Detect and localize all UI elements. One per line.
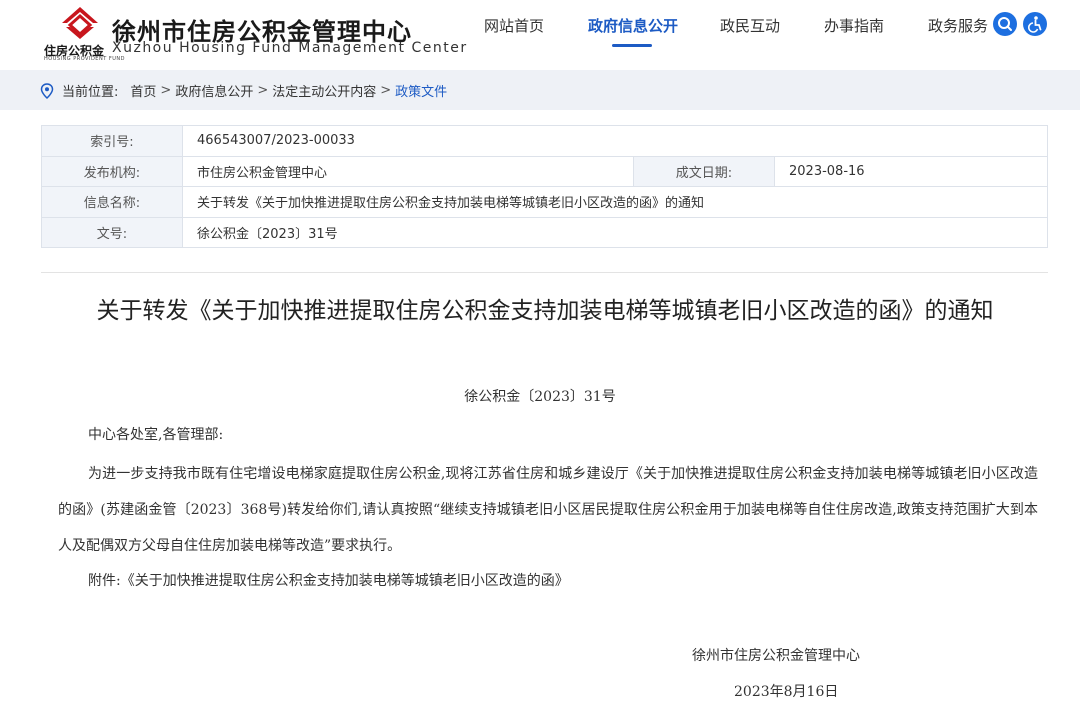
docno-label: 文号: [41, 216, 183, 248]
name-label: 信息名称: [41, 186, 183, 218]
docno-value: 徐公积金〔2023〕31号 [182, 216, 1048, 248]
accessibility-button[interactable] [1023, 12, 1047, 36]
article-salutation: 中心各处室,各管理部: [88, 427, 224, 443]
document-info-table: 索引号: 466543007/2023-00033 发布机构: 市住房公积金管理… [41, 125, 1048, 248]
table-row: 信息名称: 关于转发《关于加快推进提取住房公积金支持加装电梯等城镇老旧小区改造的… [41, 186, 1048, 218]
breadcrumb-prefix: 当前位置: [62, 85, 119, 100]
search-button[interactable] [993, 12, 1017, 36]
table-row: 文号: 徐公积金〔2023〕31号 [41, 216, 1048, 248]
name-value: 关于转发《关于加快推进提取住房公积金支持加装电梯等城镇老旧小区改造的函》的通知 [182, 186, 1048, 218]
article-sign-org: 徐州市住房公积金管理中心 [692, 648, 860, 664]
accessibility-icon [1027, 16, 1042, 33]
breadcrumb-statutory[interactable]: 法定主动公开内容 [272, 81, 376, 100]
site-name-en: Xuzhou Housing Fund Management Center [112, 40, 468, 56]
article-main-paragraph: 为进一步支持我市既有住宅增设电梯家庭提取住房公积金,现将江苏省住房和城乡建设厅《… [58, 466, 1038, 554]
index-value: 466543007/2023-00033 [182, 125, 1048, 157]
table-row: 索引号: 466543007/2023-00033 [41, 125, 1048, 157]
breadcrumb-bar: 当前位置: 首页 > 政府信息公开 > 法定主动公开内容 > 政策文件 [0, 70, 1080, 110]
breadcrumb-gov-info[interactable]: 政府信息公开 [175, 81, 253, 100]
breadcrumb-separator: > [257, 83, 269, 98]
nav-item-guide[interactable]: 办事指南 [824, 15, 884, 36]
divider [41, 272, 1048, 273]
article-attachment[interactable]: 附件:《关于加快推进提取住房公积金支持加装电梯等城镇老旧小区改造的函》 [88, 570, 1068, 590]
logo-house-icon [62, 7, 98, 39]
org-value: 市住房公积金管理中心 [182, 155, 634, 187]
nav-item-services[interactable]: 政务服务 [928, 15, 988, 36]
site-logo[interactable]: 徐州市住房公积金管理中心 住房公积金 HOUSING PROVIDENT FUN… [44, 6, 466, 64]
breadcrumb-home[interactable]: 首页 [130, 81, 156, 100]
breadcrumb-separator: > [380, 83, 392, 98]
site-name-small-en: HOUSING PROVIDENT FUND [44, 56, 125, 62]
index-label: 索引号: [41, 125, 183, 157]
nav-active-indicator [612, 44, 652, 47]
location-pin-icon [40, 82, 54, 99]
date-value: 2023-08-16 [774, 155, 1048, 187]
breadcrumb-policy-docs[interactable]: 政策文件 [395, 81, 447, 100]
article-title: 关于转发《关于加快推进提取住房公积金支持加装电梯等城镇老旧小区改造的函》的通知 [96, 298, 994, 324]
nav-item-interaction[interactable]: 政民互动 [720, 15, 780, 36]
nav-item-gov-info[interactable]: 政府信息公开 [588, 15, 678, 36]
breadcrumb: 当前位置: 首页 > 政府信息公开 > 法定主动公开内容 > 政策文件 [40, 81, 447, 100]
article-doc-number: 徐公积金〔2023〕31号 [464, 389, 616, 405]
article-sign-date: 2023年8月16日 [734, 684, 839, 700]
org-label: 发布机构: [41, 155, 183, 187]
table-row: 发布机构: 市住房公积金管理中心 成文日期: 2023-08-16 [41, 155, 1048, 187]
search-icon [998, 17, 1012, 31]
site-header: 徐州市住房公积金管理中心 住房公积金 HOUSING PROVIDENT FUN… [0, 0, 1080, 70]
date-label: 成文日期: [633, 155, 775, 187]
nav-item-home[interactable]: 网站首页 [484, 15, 544, 36]
breadcrumb-separator: > [160, 83, 172, 98]
